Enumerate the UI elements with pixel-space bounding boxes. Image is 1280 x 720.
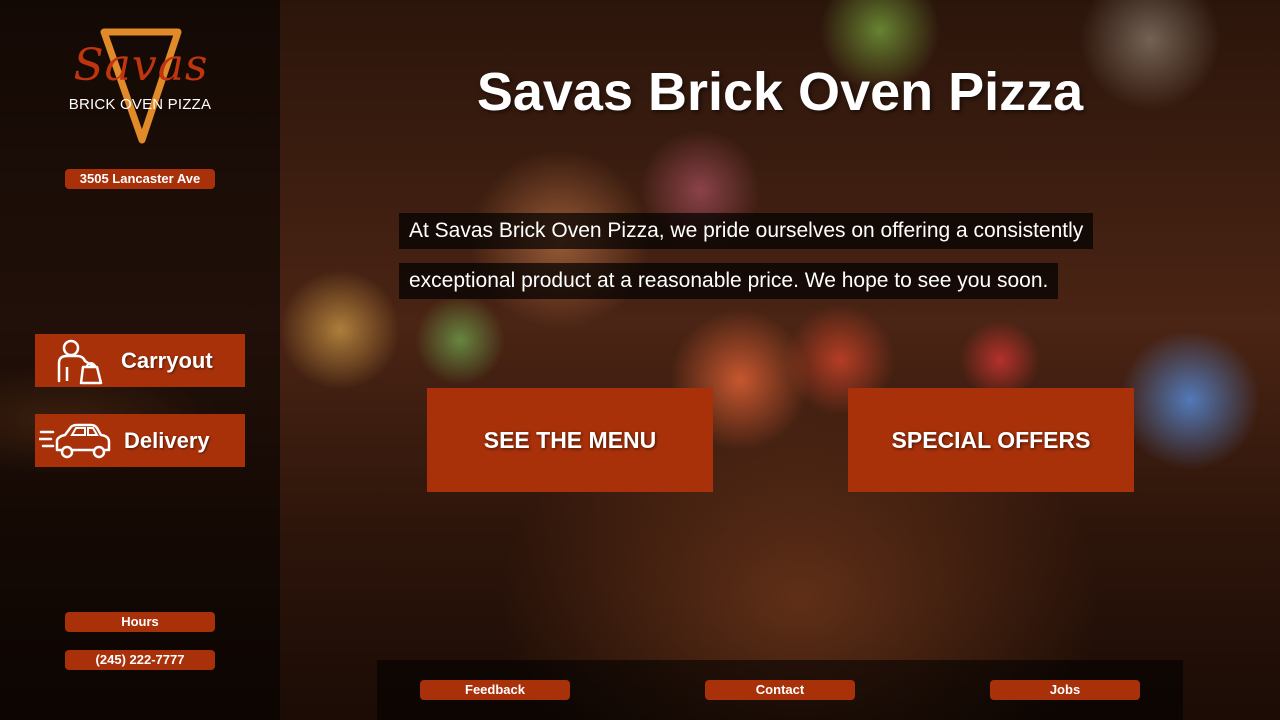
delivery-button[interactable]: Delivery <box>35 414 245 467</box>
tagline-line-2: exceptional product at a reasonable pric… <box>399 263 1059 299</box>
see-menu-button[interactable]: SEE THE MENU <box>427 388 713 492</box>
phone-link[interactable]: (245) 222-7777 <box>65 650 215 670</box>
delivery-label: Delivery <box>124 428 210 453</box>
hours-link[interactable]: Hours <box>65 612 215 632</box>
person-carrying-bag-icon <box>53 339 105 389</box>
page-title: Savas Brick Oven Pizza <box>476 62 1084 122</box>
jobs-link[interactable]: Jobs <box>990 680 1140 700</box>
footer: Feedback Contact Jobs <box>377 660 1183 720</box>
address-link[interactable]: 3505 Lancaster Ave <box>65 169 215 189</box>
contact-link[interactable]: Contact <box>705 680 855 700</box>
logo-script: Savas <box>73 40 209 91</box>
speeding-car-icon <box>37 422 113 464</box>
feedback-link[interactable]: Feedback <box>420 680 570 700</box>
carryout-label: Carryout <box>121 348 213 373</box>
special-offers-button[interactable]: SPECIAL OFFERS <box>848 388 1134 492</box>
logo[interactable]: Savas BRICK OVEN PIZZA <box>60 28 220 146</box>
logo-subtitle: BRICK OVEN PIZZA <box>68 96 212 113</box>
carryout-button[interactable]: Carryout <box>35 334 245 387</box>
tagline-line-1: At Savas Brick Oven Pizza, we pride ours… <box>399 213 1094 249</box>
sidebar: Savas BRICK OVEN PIZZA 3505 Lancaster Av… <box>0 0 280 720</box>
